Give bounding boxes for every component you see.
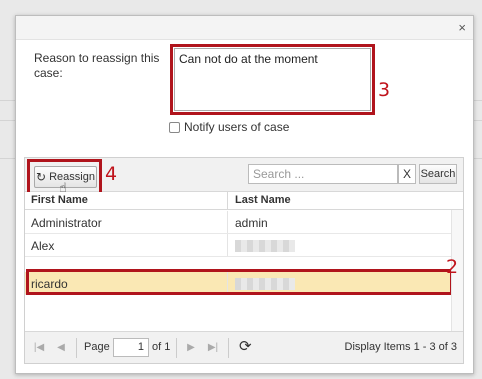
grid-toolbar: ↻ Reassign ☝ 4 Search ... X Search	[25, 158, 463, 195]
users-grid: ↻ Reassign ☝ 4 Search ... X Search First…	[24, 157, 464, 364]
column-divider	[227, 192, 228, 210]
search-clear-button[interactable]: X	[398, 164, 416, 184]
reassign-highlight: ↻ Reassign ☝	[27, 159, 102, 195]
selected-row-highlight	[26, 269, 453, 295]
reassign-icon: ↻	[36, 170, 47, 184]
reason-label: Reason to reassign this case:	[34, 51, 160, 80]
pager-separator	[76, 338, 77, 358]
column-divider	[227, 211, 228, 233]
table-row[interactable]: Alex	[25, 234, 451, 257]
column-divider	[227, 234, 228, 256]
annotation-2: 2	[446, 256, 459, 278]
pager-separator	[228, 338, 229, 358]
page-number-input[interactable]: 1	[113, 338, 149, 357]
first-name-cell: Administrator	[31, 216, 102, 230]
prev-page-icon[interactable]: ◀	[51, 339, 71, 357]
pager: |◀ ◀ Page 1 of 1 ▶ ▶| ⟳ Display Items 1 …	[25, 331, 463, 363]
first-name-cell: Alex	[31, 239, 55, 253]
notify-option[interactable]: Notify users of case	[169, 120, 289, 134]
page-of-label: of 1	[152, 341, 171, 353]
notify-label: Notify users of case	[184, 120, 290, 134]
reassign-dialog: × Reason to reassign this case: Can not …	[15, 15, 474, 374]
table-header: First Name Last Name	[25, 192, 463, 210]
reason-highlight: Can not do at the moment	[170, 44, 375, 115]
column-header-first-name[interactable]: First Name	[31, 194, 88, 206]
dialog-titlebar: ×	[16, 16, 473, 40]
table-row[interactable]: Administrator admin	[25, 211, 451, 234]
pager-separator	[176, 338, 177, 358]
blurred-last-name	[235, 240, 295, 252]
reason-textarea[interactable]: Can not do at the moment	[174, 48, 371, 111]
last-name-cell: admin	[235, 216, 268, 230]
reassign-label: Reassign	[49, 171, 95, 183]
refresh-icon[interactable]: ⟳	[239, 337, 252, 355]
annotation-3: 3	[378, 79, 391, 101]
display-items-label: Display Items 1 - 3 of 3	[344, 341, 458, 353]
last-page-icon[interactable]: ▶|	[203, 339, 223, 357]
close-icon[interactable]: ×	[458, 20, 466, 35]
annotation-4: 4	[105, 163, 118, 185]
search-button[interactable]: Search	[419, 164, 457, 184]
next-page-icon[interactable]: ▶	[181, 339, 201, 357]
page-label: Page	[84, 341, 110, 353]
search-input[interactable]: Search ...	[248, 164, 398, 184]
notify-checkbox[interactable]	[169, 121, 180, 133]
column-header-last-name[interactable]: Last Name	[235, 194, 291, 206]
first-page-icon[interactable]: |◀	[29, 339, 49, 357]
